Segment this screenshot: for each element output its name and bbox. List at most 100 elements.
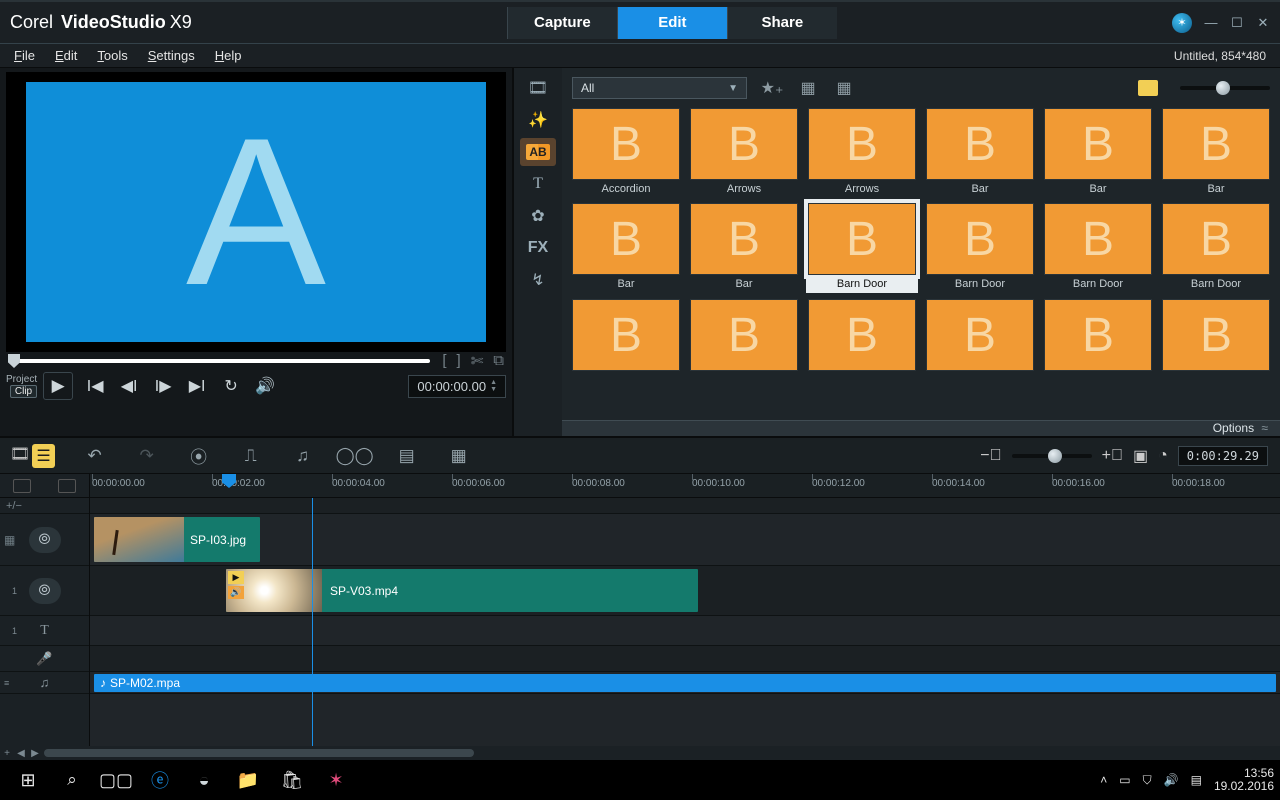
redo-icon[interactable]: ↷ — [135, 444, 159, 468]
start-icon[interactable]: ⊞ — [6, 760, 50, 800]
next-frame-icon[interactable]: I▶ — [151, 374, 175, 398]
clip-video2[interactable]: ▶🔊 SP-V03.mp4 — [226, 569, 698, 612]
menu-settings[interactable]: Settings — [148, 48, 195, 63]
mode-clip-label[interactable]: Clip — [10, 385, 37, 398]
libtab-instant[interactable]: ✨ — [520, 106, 556, 134]
close-icon[interactable]: ✕ — [1256, 16, 1270, 30]
ruler-tool-a[interactable] — [13, 479, 31, 493]
thumbnail-view-icon[interactable] — [1138, 80, 1158, 96]
timeline-hscroll[interactable]: +◀▶ — [0, 746, 1280, 760]
sound-mixer-icon[interactable]: ⎍ — [239, 444, 263, 468]
transition-thumb[interactable]: BBar — [1160, 108, 1272, 197]
library-filter-select[interactable]: All▼ — [572, 77, 747, 99]
options-expander[interactable]: Options ≈ — [562, 420, 1280, 436]
transition-thumb[interactable]: BBar — [1042, 108, 1154, 197]
transition-thumb[interactable]: B — [806, 299, 918, 388]
track-overlay-icon[interactable]: ⦾ — [29, 578, 61, 604]
steam-icon[interactable]: ◒ — [182, 760, 226, 800]
transition-thumb[interactable]: BBarn Door — [806, 203, 918, 293]
library-zoom-slider[interactable] — [1180, 86, 1270, 90]
maximize-icon[interactable]: ☐ — [1230, 16, 1244, 30]
network-icon[interactable]: ⛉ — [1143, 773, 1152, 788]
edge-icon[interactable]: ⓔ — [138, 760, 182, 800]
mode-tab-edit[interactable]: Edit — [617, 7, 727, 39]
transition-thumb[interactable]: B — [688, 299, 800, 388]
store-icon[interactable]: 🛍 — [270, 760, 314, 800]
play-button[interactable]: ▶ — [43, 372, 73, 400]
go-end-icon[interactable]: ▶I — [185, 374, 209, 398]
libtab-graphic[interactable]: ✿ — [520, 202, 556, 230]
go-start-icon[interactable]: I◀ — [83, 374, 107, 398]
tray-expand-icon[interactable]: ˄ — [1100, 773, 1107, 787]
record-icon[interactable]: ⦿ — [187, 444, 211, 468]
preview-canvas[interactable]: A — [6, 72, 506, 352]
libtab-path[interactable]: ↯ — [520, 266, 556, 294]
transition-thumb[interactable]: BArrows — [688, 108, 800, 197]
ruler-tool-b[interactable] — [58, 479, 76, 493]
clip-video1[interactable]: SP-I03.jpg — [94, 517, 260, 562]
markout-icon[interactable]: ] — [457, 352, 461, 370]
scrub-track[interactable] — [18, 359, 430, 363]
transition-thumb[interactable]: B — [924, 299, 1036, 388]
storyboard-view-icon[interactable]: 🎞 — [10, 444, 30, 468]
transition-thumb[interactable]: BBar — [924, 108, 1036, 197]
volume-tray-icon[interactable]: 🔊 — [1164, 773, 1179, 787]
action-center-icon[interactable]: ▤ — [1191, 773, 1202, 787]
repeat-icon[interactable]: ↻ — [219, 374, 243, 398]
minimize-icon[interactable]: — — [1204, 16, 1218, 30]
menu-file[interactable]: File — [14, 48, 35, 63]
transition-thumb[interactable]: BBarn Door — [1042, 203, 1154, 293]
favorite-icon[interactable]: ★₊ — [761, 77, 783, 99]
transition-thumb[interactable]: B — [1160, 299, 1272, 388]
multiview-icon[interactable]: ▦ — [447, 444, 471, 468]
taskbar-clock[interactable]: 13:56 19.02.2016 — [1214, 767, 1274, 793]
prev-frame-icon[interactable]: ◀I — [117, 374, 141, 398]
track-video-icon[interactable]: ⦾ — [29, 527, 61, 553]
libtab-media[interactable]: 🎞 — [520, 74, 556, 102]
track-title-icon[interactable]: T — [40, 623, 49, 639]
transition-thumb[interactable]: BBar — [688, 203, 800, 293]
subtitle-icon[interactable]: ▤ — [395, 444, 419, 468]
menu-edit[interactable]: Edit — [55, 48, 77, 63]
fit-icon[interactable]: ▣ — [1133, 446, 1148, 466]
timeline-view-icon[interactable]: ☰ — [32, 444, 54, 468]
track-music-icon[interactable]: ♫ — [40, 675, 50, 690]
cut-icon[interactable]: ✄ — [471, 352, 484, 370]
transition-thumb[interactable]: BArrows — [806, 108, 918, 197]
menu-tools[interactable]: Tools — [97, 48, 127, 63]
update-icon[interactable]: ✶ — [1172, 13, 1192, 33]
split-icon[interactable]: ⧉ — [493, 352, 504, 370]
lib-icon-b[interactable]: ▦ — [833, 77, 855, 99]
timeline-ruler[interactable]: 00:00:00.0000:00:02.0000:00:04.0000:00:0… — [0, 474, 1280, 498]
transition-thumb[interactable]: BAccordion — [570, 108, 682, 197]
auto-music-icon[interactable]: ♫ — [291, 444, 315, 468]
track-voice-icon[interactable]: 🎤 — [36, 651, 52, 667]
menu-help[interactable]: Help — [215, 48, 242, 63]
duration-icon[interactable]: ◔ — [1158, 447, 1168, 465]
zoomout-icon[interactable]: −⃝ — [980, 447, 1001, 465]
zoomin-icon[interactable]: +⃝ — [1102, 447, 1123, 465]
scrub-handle[interactable] — [8, 354, 20, 368]
markin-icon[interactable]: [ — [442, 352, 446, 370]
clip-music[interactable]: ♪SP-M02.mpa — [94, 674, 1276, 692]
libtab-title[interactable]: T — [520, 170, 556, 198]
transition-thumb[interactable]: B — [570, 299, 682, 388]
timeline-zoom-slider[interactable] — [1012, 454, 1092, 458]
libtab-transition[interactable]: AB — [520, 138, 556, 166]
undo-icon[interactable]: ↶ — [83, 444, 107, 468]
transition-thumb[interactable]: BBar — [570, 203, 682, 293]
battery-icon[interactable]: ▭ — [1119, 773, 1130, 787]
mode-tab-share[interactable]: Share — [727, 7, 837, 39]
transition-thumb[interactable]: BBarn Door — [1160, 203, 1272, 293]
videostudio-taskbar-icon[interactable]: ✶ — [314, 760, 358, 800]
task-view-icon[interactable]: ▢▢ — [94, 760, 138, 800]
mode-tab-capture[interactable]: Capture — [507, 7, 617, 39]
libtab-filter[interactable]: FX — [520, 234, 556, 262]
preview-timecode[interactable]: 00:00:00.00 ▲▼ — [408, 375, 506, 398]
lib-icon-a[interactable]: ▦ — [797, 77, 819, 99]
mode-project-label[interactable]: Project — [6, 374, 37, 385]
transition-thumb[interactable]: BBarn Door — [924, 203, 1036, 293]
timeline-canvas[interactable]: SP-I03.jpg ▶🔊 SP-V03.mp4 ♪SP-M02.mpa — [90, 498, 1280, 746]
track-icon[interactable]: ◯◯ — [343, 444, 367, 468]
explorer-icon[interactable]: 📁 — [226, 760, 270, 800]
